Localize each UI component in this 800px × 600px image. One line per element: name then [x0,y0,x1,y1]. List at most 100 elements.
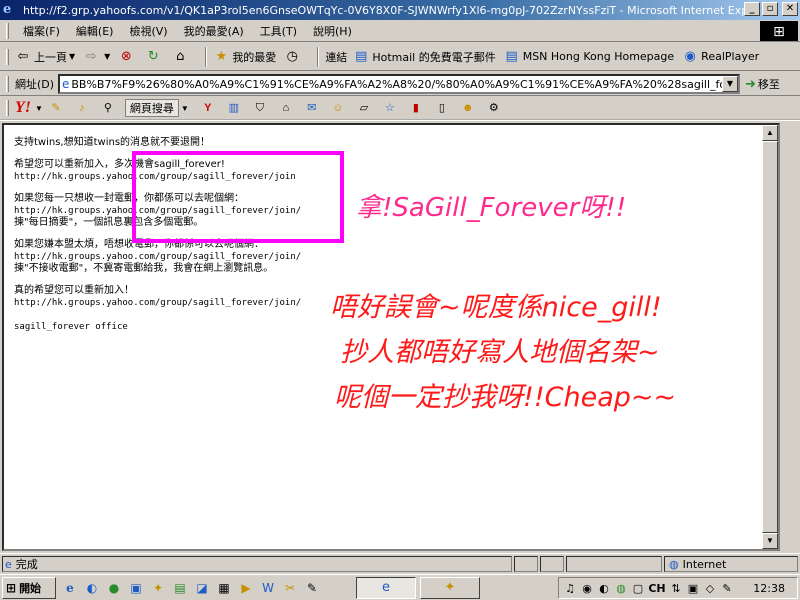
link-realplayer[interactable]: ◉ RealPlayer [682,49,760,65]
app-icon[interactable]: ◪ [194,580,210,596]
page-content: 支持twins,想知道twins的消息就不要退開！ 希望您可以重新加入，多次機會… [2,123,780,551]
bell-icon[interactable]: ♪ [75,101,89,115]
start-button[interactable]: ⊞ 開始 [2,576,56,599]
zone-label: Internet [682,557,727,571]
back-button[interactable]: ⇦ 上一頁 ▼ [15,49,76,65]
mail-icon[interactable]: ✉ [305,101,319,115]
word-icon[interactable]: W [260,580,276,596]
menu-favorites[interactable]: 我的最愛(A) [176,23,252,39]
chevron-down-icon[interactable]: ▼ [181,104,189,113]
close-button[interactable]: ✕ [782,2,798,16]
title-bar[interactable]: e http://f2.grp.yahoofs.com/v1/QK1aP3roI… [0,0,800,20]
tray-icon[interactable]: ✎ [720,582,734,595]
bookmarks-icon[interactable]: ▥ [227,101,241,115]
chevron-down-icon[interactable]: ▼ [69,52,75,61]
people-icon[interactable]: ☺ [331,101,345,115]
taskbar-ie-window[interactable]: e [356,576,416,599]
menu-view[interactable]: 檢視(V) [121,23,175,39]
back-label: 上一頁 [34,50,67,64]
forward-button[interactable]: ⇨ ▼ [83,49,111,65]
annotation-2: 唔好誤會~呢度係nice_gill! [330,292,662,323]
join-link[interactable]: http://hk.groups.yahoo.com/group/sagill_… [14,297,301,309]
web-search-button[interactable]: 網頁搜尋 [124,99,179,117]
pencil-icon[interactable]: ✎ [49,101,63,115]
app-icon[interactable]: ✦ [150,580,166,596]
windows-logo-icon: ⊞ [6,580,17,595]
search-icon[interactable]: ⚲ [101,101,115,115]
toolbar-grip[interactable] [6,75,9,92]
tray-icon[interactable]: ◍ [614,582,628,595]
gear-icon[interactable]: ⚙ [487,101,501,115]
filter-icon[interactable]: ⛉ [253,101,267,115]
home-button[interactable]: ⌂ [172,49,191,65]
address-dropdown-button[interactable]: ▼ [722,76,738,92]
clipboard-icon[interactable]: ▯ [435,101,449,115]
chevron-down-icon[interactable]: ▼ [35,104,43,113]
menu-edit[interactable]: 編輯(E) [68,23,122,39]
app-icon[interactable]: ✂ [282,580,298,596]
scroll-thumb[interactable] [762,141,778,533]
address-input[interactable]: e BB%B7%F9%26%80%A0%A9%C1%91%CE%A9%FA%A2… [58,74,740,94]
eraser-icon[interactable]: ▱ [357,101,371,115]
favorites-button[interactable]: ★ 我的最愛 [213,49,276,65]
link-hotmail[interactable]: ▤ Hotmail 的免費電子郵件 [353,48,496,65]
link-msn-label: MSN Hong Kong Homepage [522,50,675,63]
tray-icon[interactable]: ⇅ [669,582,683,595]
home-icon[interactable]: ⌂ [279,101,293,115]
book-icon[interactable]: ▮ [409,101,423,115]
link-hotmail-label: Hotmail 的免費電子郵件 [372,50,496,64]
speaker-icon[interactable]: ♫ [563,582,577,595]
scroll-up-button[interactable]: ▲ [762,125,778,141]
address-label: 網址(D) [15,77,55,91]
history-icon: ◷ [286,48,298,64]
tray-icon[interactable]: ◉ [580,582,594,595]
outlook-icon[interactable]: ◐ [84,580,100,596]
join-link[interactable]: http://hk.groups.yahoo.com/group/sagill_… [14,251,301,263]
go-button[interactable]: ➜ 移至 [745,76,780,92]
page-icon: e [62,77,70,91]
tray-icon[interactable]: ◇ [703,582,717,595]
ime-indicator[interactable]: CH [648,582,666,595]
app-icon[interactable]: ▦ [216,580,232,596]
media-icon[interactable]: ● [106,580,122,596]
smiley-icon[interactable]: ☻ [461,101,475,115]
app-icon[interactable]: ▶ [238,580,254,596]
app-icon[interactable]: ▤ [172,580,188,596]
favorites-label: 我的最愛 [232,50,277,64]
window-title: http://f2.grp.yahoofs.com/v1/QK1aP3roI5e… [23,3,751,17]
status-panel [540,556,564,572]
history-button[interactable]: ◷ [284,49,303,65]
window-controls: _ ▫ ✕ [744,2,798,16]
app-icon[interactable]: ✎ [304,580,320,596]
refresh-button[interactable]: ↻ [145,49,164,65]
link-msn[interactable]: ▤ MSN Hong Kong Homepage [504,49,675,65]
tray-icon[interactable]: ▢ [631,582,645,595]
chevron-down-icon[interactable]: ▼ [104,52,110,61]
menu-file[interactable]: 檔案(F) [15,23,68,39]
yahoo-logo[interactable]: Y! [15,99,31,117]
tray-icon[interactable]: ▣ [686,582,700,595]
menu-tools[interactable]: 工具(T) [252,23,305,39]
app-icon[interactable]: ▣ [128,580,144,596]
vertical-scrollbar[interactable]: ▲ ▼ [762,125,778,549]
scroll-down-button[interactable]: ▼ [762,533,778,549]
ie-icon: e [3,2,12,17]
maximize-button[interactable]: ▫ [762,2,778,16]
tray-icon[interactable]: ◐ [597,582,611,595]
menu-help[interactable]: 說明(H) [305,23,360,39]
toolbar-grip[interactable] [6,100,9,116]
start-label: 開始 [19,581,42,595]
toolbar-grip[interactable] [6,22,9,39]
system-tray: ♫ ◉ ◐ ◍ ▢ CH ⇅ ▣ ◇ ✎ 12:38 [558,577,798,599]
minimize-button[interactable]: _ [744,2,760,16]
page-icon: ▤ [355,48,368,64]
page-done-icon: e [5,557,12,571]
go-arrow-icon: ➜ [745,76,756,92]
yahoo-y-icon[interactable]: Y [201,101,215,115]
clock[interactable]: 12:38 [753,582,785,595]
toolbar-grip[interactable] [6,48,9,65]
taskbar-app-window[interactable]: ✦ [420,576,480,599]
ie-icon[interactable]: e [62,580,78,596]
stop-button[interactable]: ⊗ [118,49,137,65]
star-icon[interactable]: ☆ [383,101,397,115]
